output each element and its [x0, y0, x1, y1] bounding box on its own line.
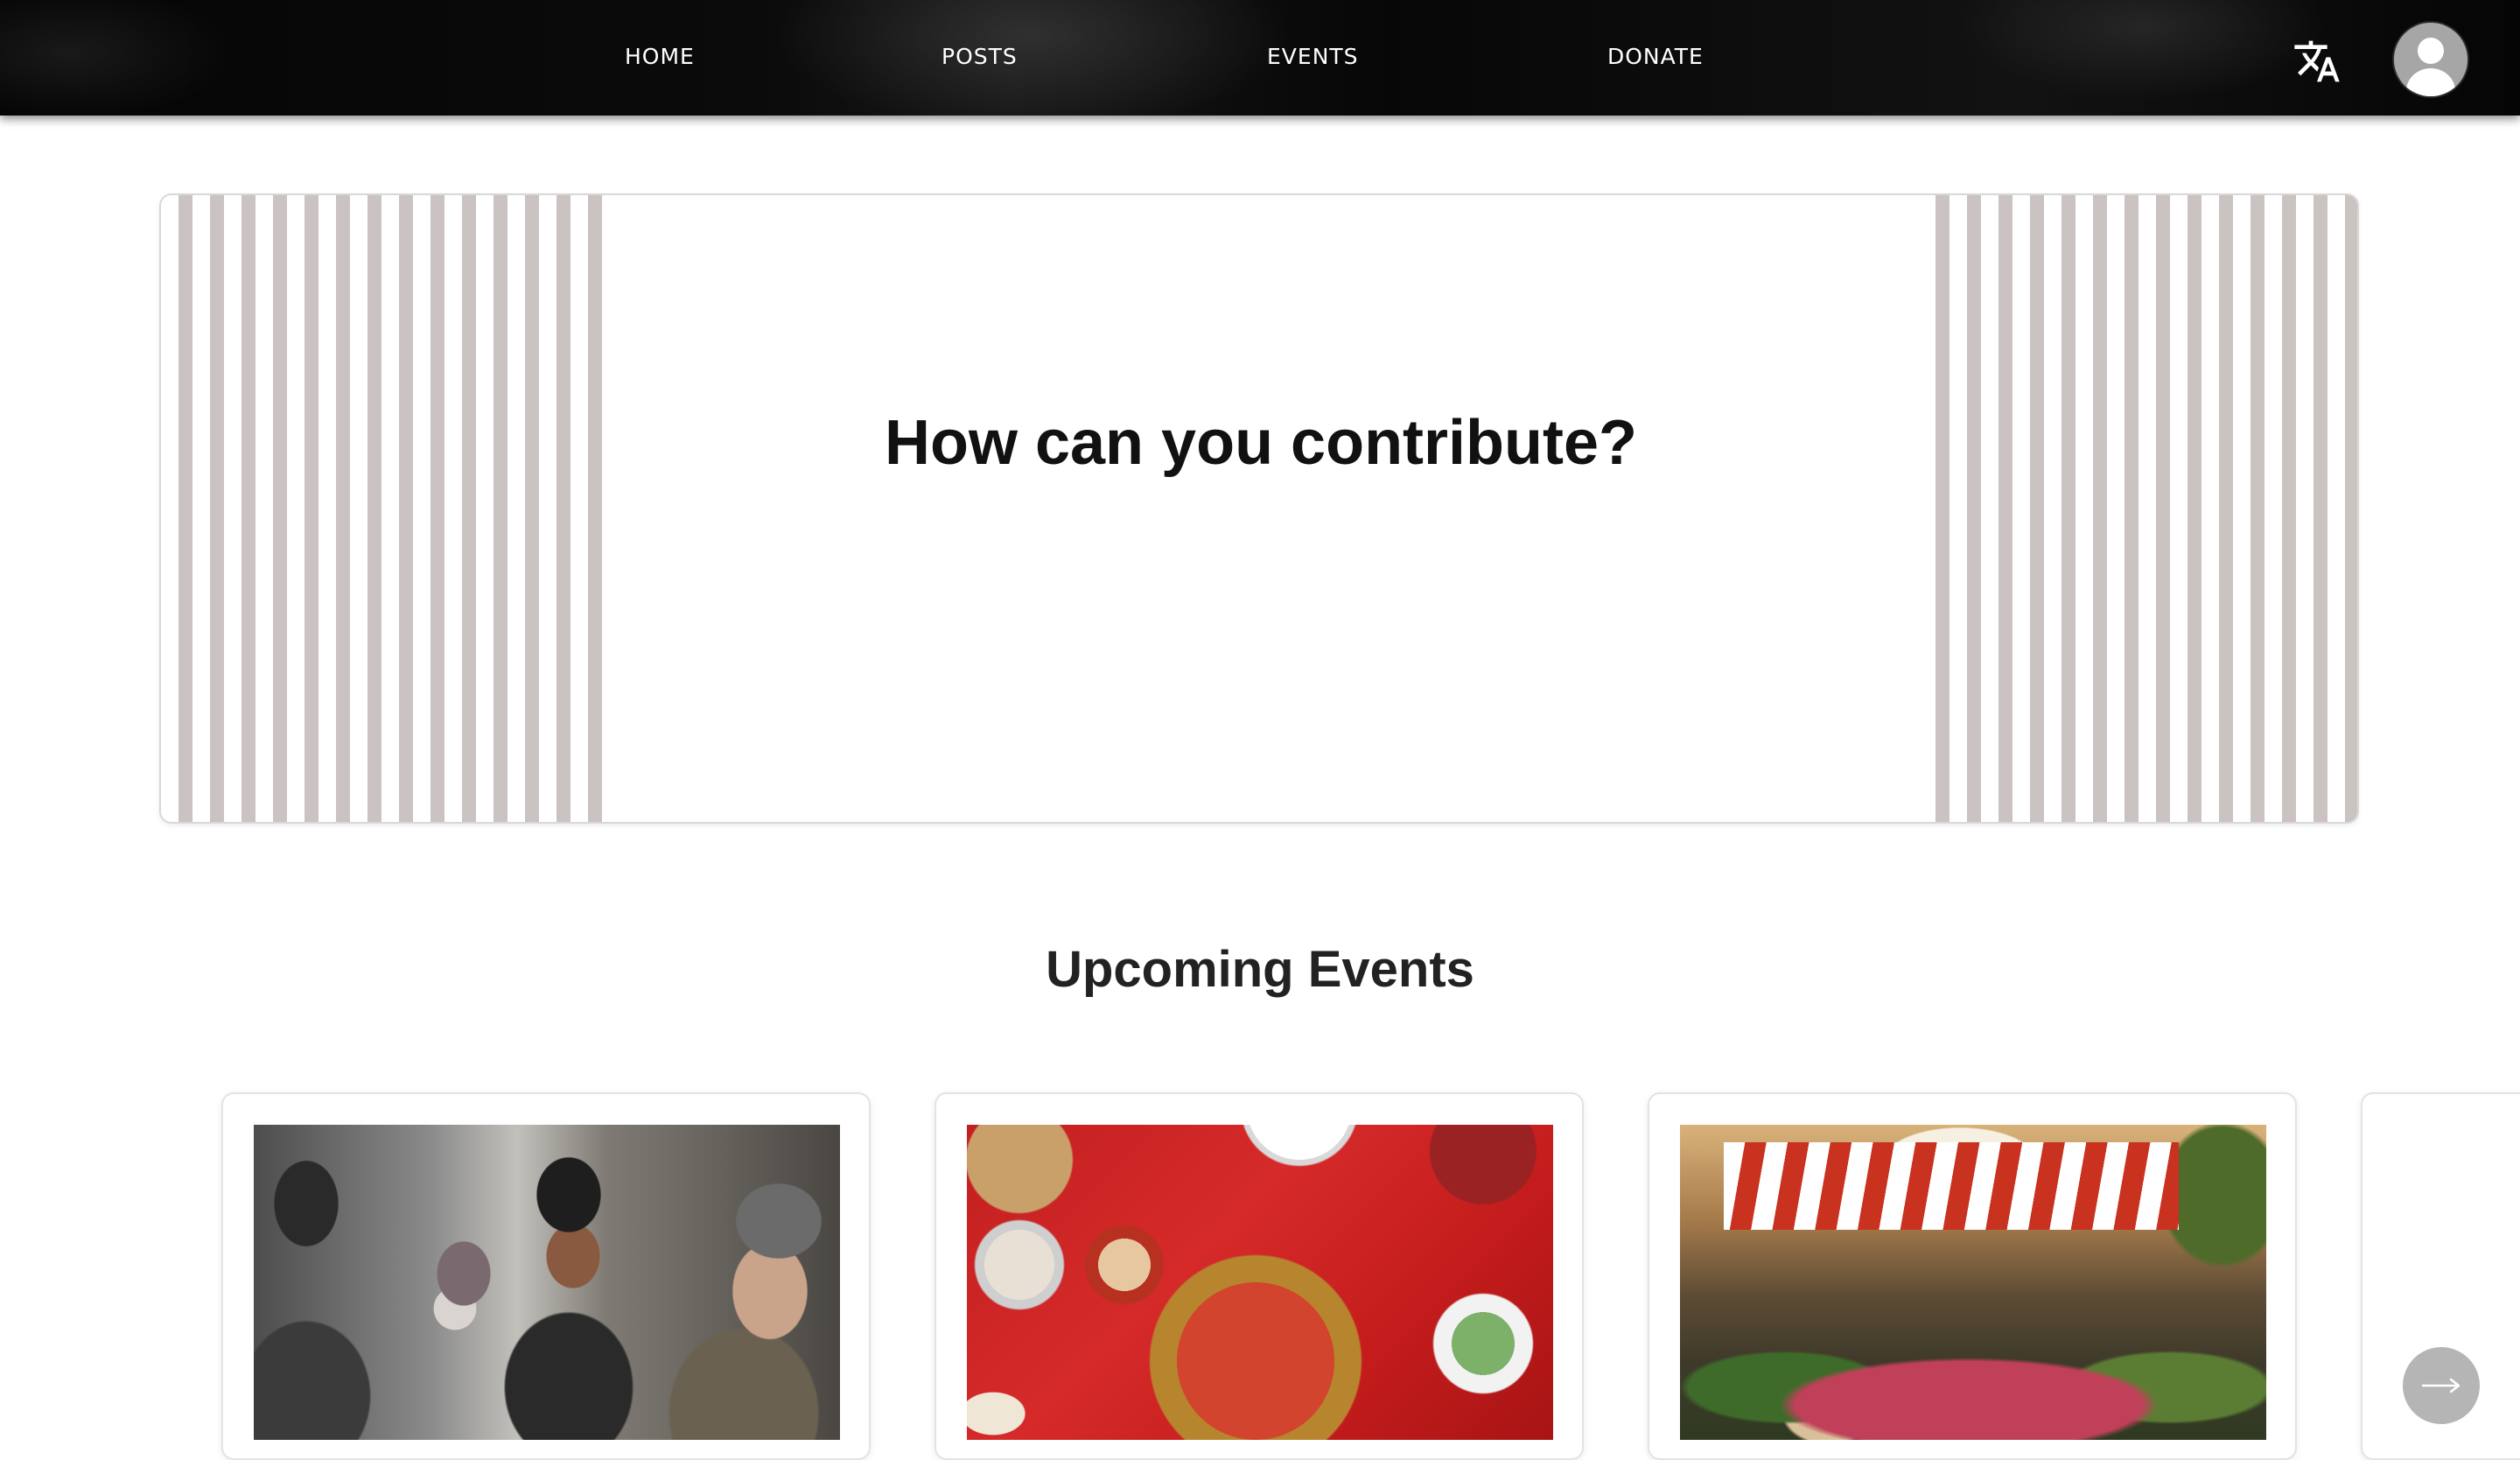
- nav-link-home[interactable]: HOME: [625, 44, 695, 69]
- decorative-stripes-right: [1918, 195, 2357, 822]
- nav-link-events[interactable]: EVENTS: [1267, 44, 1359, 69]
- decorative-stripes-left: [161, 195, 604, 822]
- translate-button[interactable]: [2292, 37, 2342, 86]
- nav-link-donate[interactable]: DONATE: [1607, 44, 1704, 69]
- contribute-hero-card: How can you contribute?: [159, 193, 2359, 824]
- event-image-market: [1680, 1125, 2266, 1440]
- hero-title: How can you contribute?: [884, 408, 1638, 478]
- event-image-feast: [967, 1125, 1553, 1440]
- main-nav: HOME POSTS EVENTS DONATE: [0, 0, 2520, 116]
- carousel-next-button[interactable]: [2403, 1347, 2480, 1424]
- event-card[interactable]: [1648, 1092, 2297, 1460]
- user-avatar-button[interactable]: [2394, 23, 2468, 96]
- event-card[interactable]: [221, 1092, 871, 1460]
- user-avatar-icon: [2394, 23, 2468, 96]
- top-nav-bar: HOME POSTS EVENTS DONATE: [0, 0, 2520, 116]
- translate-icon: [2294, 40, 2340, 82]
- event-image-volunteers: [254, 1125, 840, 1440]
- nav-link-posts[interactable]: POSTS: [942, 44, 1018, 69]
- arrow-right-icon: [2421, 1378, 2460, 1393]
- upcoming-events-heading: Upcoming Events: [1046, 941, 1474, 998]
- event-card[interactable]: [934, 1092, 1584, 1460]
